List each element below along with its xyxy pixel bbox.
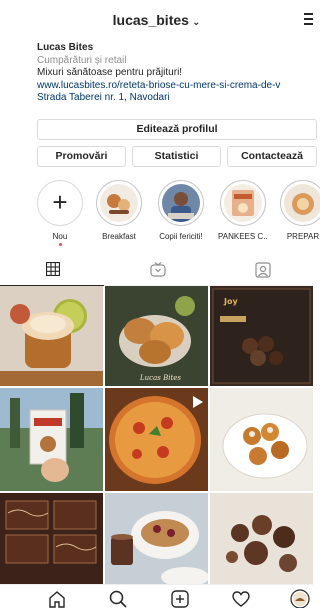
highlight-cover [224, 184, 262, 222]
highlight-happy-kids[interactable]: Copii fericiti! [156, 180, 206, 241]
profile-avatar-icon[interactable] [290, 589, 310, 608]
profile-tabs [0, 254, 313, 286]
chevron-down-icon: ⌄ [191, 17, 201, 28]
tab-igtv[interactable] [104, 254, 208, 286]
highlight-breakfast[interactable]: Breakfast [94, 180, 144, 241]
contact-button[interactable]: Contactează [227, 146, 317, 167]
post-thumbnail[interactable] [0, 286, 103, 386]
new-dot-indicator [58, 243, 62, 246]
highlight-label: Copii fericiti! [159, 232, 203, 241]
highlight-new[interactable]: + Nou [35, 180, 85, 246]
username: lucas_bites [112, 12, 189, 28]
post-caption: Joy [223, 297, 238, 306]
promotions-button[interactable]: Promovări [37, 146, 126, 167]
post-thumbnail[interactable]: Joy [210, 286, 313, 386]
search-icon[interactable] [108, 589, 128, 608]
post-thumbnail[interactable] [0, 388, 103, 491]
edit-profile-button[interactable]: Editează profilul [37, 119, 317, 140]
profile-address-link[interactable]: Strada Taberei nr. 1, Navodari [37, 92, 313, 105]
post-thumbnail[interactable] [210, 388, 313, 491]
post-thumbnail[interactable] [105, 388, 208, 491]
plus-icon: + [52, 187, 68, 217]
post-thumbnail[interactable] [210, 493, 313, 584]
home-icon[interactable] [47, 589, 67, 608]
profile-bio: Lucas Bites Cumpărături și retail Mixuri… [37, 42, 313, 105]
profile-website-link[interactable]: www.lucasbites.ro/reteta-briose-cu-mere-… [37, 80, 313, 93]
grid-icon [46, 262, 60, 276]
posts-grid: Lucas Bites Joy [0, 286, 313, 584]
highlight-label: PREPAR [286, 232, 320, 241]
post-caption: Lucas Bites [139, 374, 181, 382]
hamburger-menu-icon[interactable] [304, 12, 313, 26]
highlight-label: PANKEES C... [218, 232, 268, 241]
igtv-icon [150, 262, 166, 277]
highlight-label: Breakfast [102, 232, 136, 241]
activity-heart-icon[interactable] [231, 589, 251, 608]
profile-description: Mixuri sănătoase pentru prăjituri! [37, 67, 183, 78]
tab-tagged[interactable] [209, 254, 313, 286]
new-post-icon[interactable] [170, 589, 190, 608]
highlight-pankees[interactable]: PANKEES C... [218, 180, 268, 241]
tab-grid[interactable] [0, 254, 104, 286]
highlight-prepare[interactable]: PREPAR [278, 180, 320, 241]
post-thumbnail[interactable]: Lucas Bites [105, 286, 208, 386]
post-thumbnail[interactable] [105, 493, 208, 584]
top-bar: lucas_bites ⌄ [0, 0, 313, 42]
insights-button[interactable]: Statistici [132, 146, 221, 167]
highlight-cover [162, 184, 200, 222]
username-switcher[interactable]: lucas_bites ⌄ [0, 12, 313, 28]
highlight-cover [100, 184, 138, 222]
highlight-label: Nou [52, 232, 68, 241]
bottom-navigation [0, 584, 313, 608]
post-thumbnail[interactable] [0, 493, 103, 584]
profile-name: Lucas Bites [37, 42, 94, 53]
tagged-icon [255, 262, 271, 278]
profile-category: Cumpărături și retail [37, 54, 127, 66]
highlight-cover [284, 184, 320, 222]
